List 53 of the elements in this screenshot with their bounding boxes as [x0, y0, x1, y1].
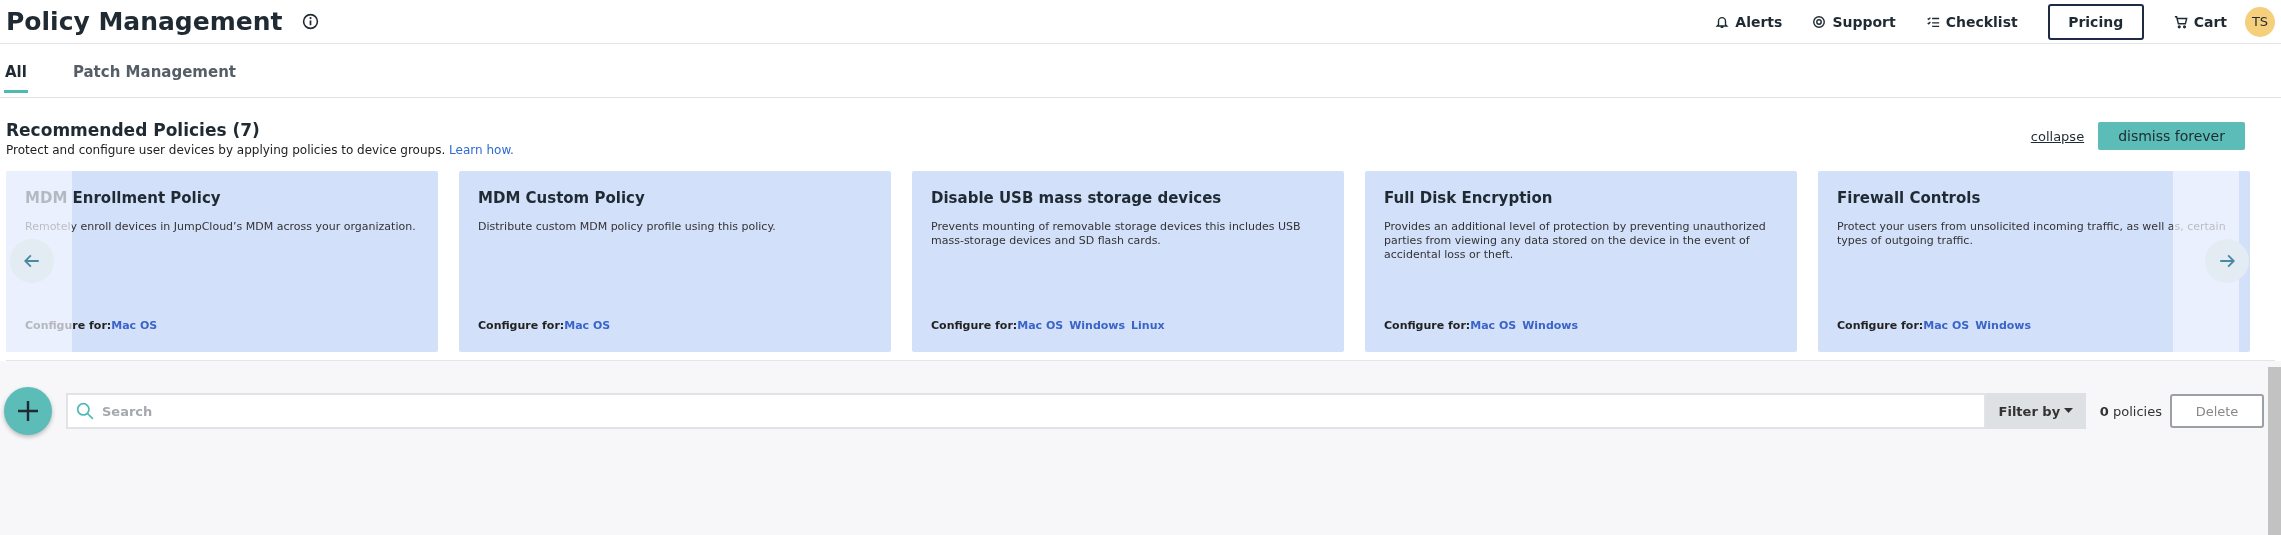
- platform-link[interactable]: Mac OS: [111, 319, 158, 332]
- platform-link[interactable]: Windows: [1975, 319, 2032, 332]
- card-title: Disable USB mass storage devices: [931, 189, 1223, 207]
- plus-icon: [16, 399, 40, 423]
- platform-link[interactable]: Windows: [1522, 319, 1579, 332]
- pricing-button[interactable]: Pricing: [2047, 3, 2144, 40]
- page-title: Policy Management: [6, 7, 283, 36]
- policy-card[interactable]: Disable USB mass storage devices Prevents mounting of removable storage devices this includes USB mass-storage devices and SD flash cards. Configure for:Mac OS Windows Linux: [912, 171, 1344, 352]
- platform-link[interactable]: Windows: [1069, 319, 1126, 332]
- dismiss-button[interactable]: dismiss forever: [2098, 122, 2245, 150]
- collapse-link[interactable]: collapse: [2030, 128, 2085, 144]
- card-title: Firewall Controls: [1837, 189, 1982, 207]
- nav-link[interactable]: Cart: [2173, 13, 2227, 30]
- info-icon[interactable]: [302, 13, 320, 30]
- card-title: MDM Custom Policy: [478, 189, 646, 207]
- bell-icon: [1715, 14, 1730, 29]
- card-description: Distribute custom MDM policy profile using this policy.: [478, 220, 777, 234]
- cart-icon: [2173, 14, 2188, 29]
- nav-link[interactable]: Checklist: [1925, 13, 2018, 30]
- configure-label: Configure for:: [25, 319, 112, 332]
- platform-link[interactable]: Linux: [1131, 319, 1165, 332]
- tab[interactable]: All: [4, 63, 28, 93]
- learn-how-link[interactable]: Learn how.: [449, 143, 514, 157]
- arrow-left-icon: [23, 252, 41, 270]
- delete-button[interactable]: Delete: [2170, 394, 2264, 428]
- scrollbar[interactable]: [2268, 367, 2281, 535]
- nav-link[interactable]: Support: [1812, 13, 1896, 30]
- tab[interactable]: Patch Management: [71, 63, 237, 93]
- add-button[interactable]: [4, 387, 52, 435]
- platform-link[interactable]: Mac OS: [1017, 319, 1064, 332]
- filter-dropdown[interactable]: Filter by: [1985, 393, 2086, 429]
- arrow-right-icon: [2218, 252, 2236, 270]
- section-description: Protect and configure user devices by applying policies to device groups. Learn how.: [6, 143, 514, 157]
- nav-link[interactable]: Alerts: [1715, 13, 1783, 30]
- policy-card[interactable]: MDM Custom Policy Distribute custom MDM policy profile using this policy. Configure for:Mac OS: [459, 171, 891, 352]
- lifebuoy-icon: [1812, 14, 1827, 29]
- configure-label: Configure for:: [931, 319, 1018, 332]
- card-description: Provides an additional level of protection by preventing unauthorized parties from viewing any data stored on the device in the event of accidental loss or theft.: [1384, 220, 1767, 262]
- section-title: Recommended Policies (7): [6, 120, 261, 140]
- configure-label: Configure for:: [1837, 319, 1924, 332]
- platform-link[interactable]: Mac OS: [1923, 319, 1970, 332]
- policy-card[interactable]: [1365, 171, 1797, 352]
- policy-count: 0 policies: [2099, 403, 2162, 419]
- platform-link[interactable]: Mac OS: [1470, 319, 1517, 332]
- configure-label: Configure for:: [1384, 319, 1471, 332]
- search-icon: [76, 402, 94, 420]
- caret-icon: [2064, 408, 2074, 414]
- card-description: Remotely enroll devices in JumpCloud’s MDM across your organization.: [25, 220, 417, 234]
- platform-link[interactable]: Mac OS: [564, 319, 611, 332]
- card-description: Prevents mounting of removable storage devices this includes USB mass-storage devices and SD flash cards.: [931, 220, 1302, 248]
- configure-label: Configure for:: [478, 319, 565, 332]
- card-title: Full Disk Encryption: [1384, 189, 1554, 207]
- user-avatar[interactable]: TS: [2245, 6, 2275, 37]
